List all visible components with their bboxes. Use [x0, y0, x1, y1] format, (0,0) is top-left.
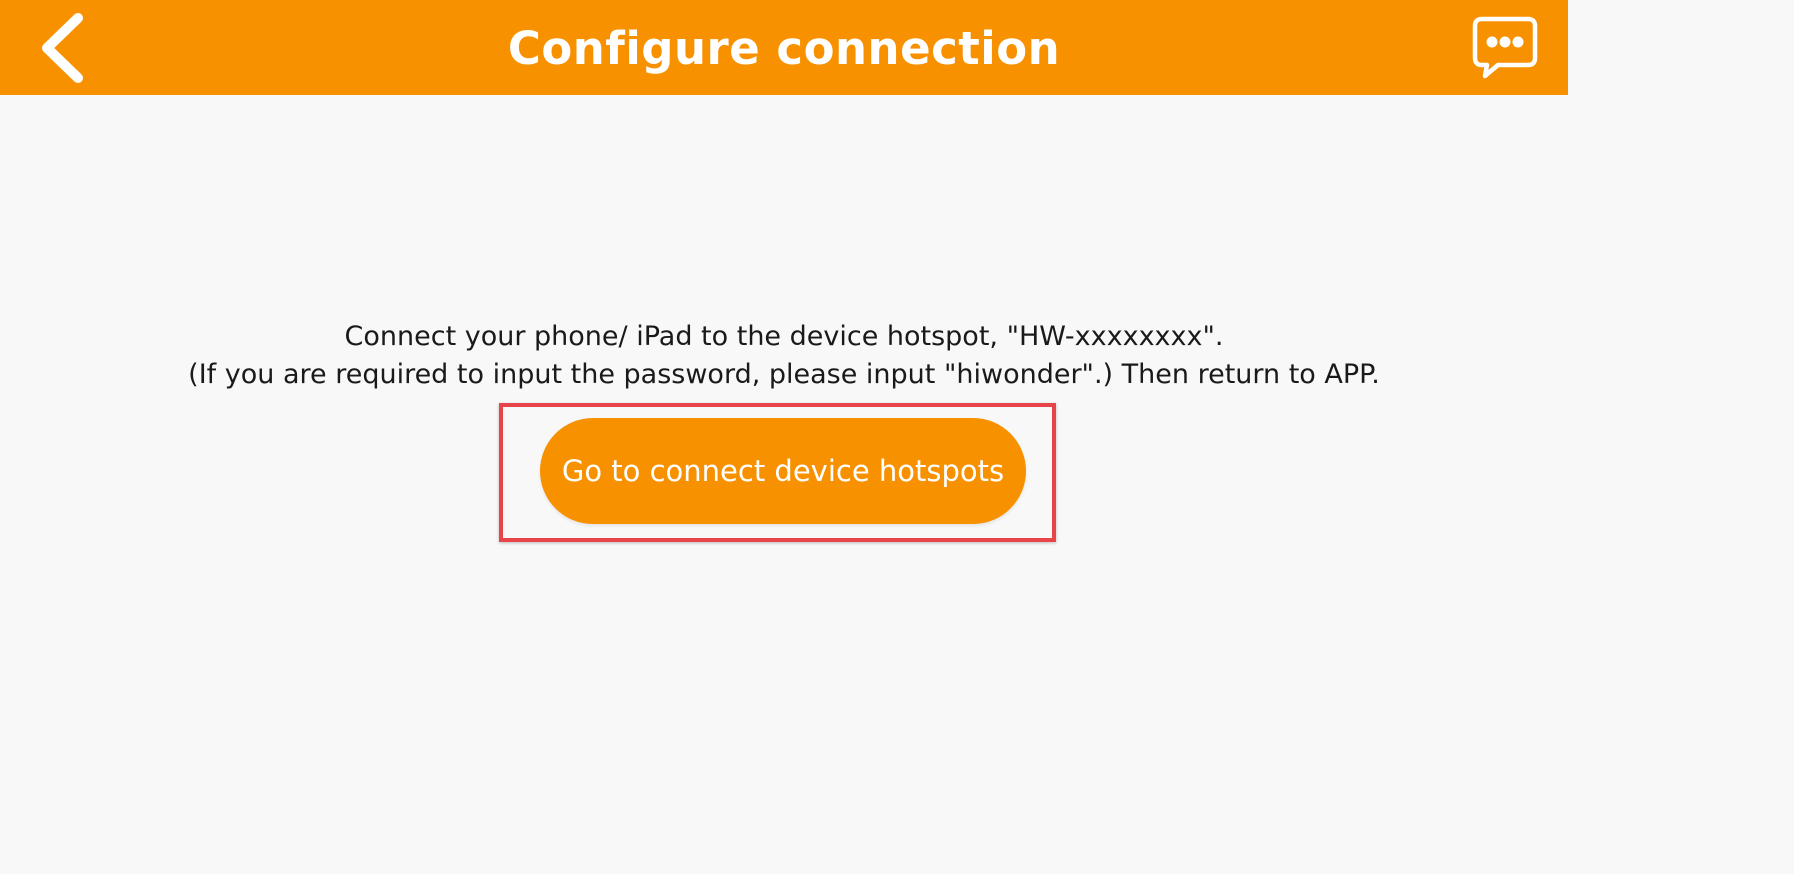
app-screen: Configure connection Connect your phone/… — [0, 0, 1568, 764]
header-bar: Configure connection — [0, 0, 1568, 95]
instruction-line-2: (If you are required to input the passwo… — [188, 359, 1380, 390]
instruction-line-1: Connect your phone/ iPad to the device h… — [344, 321, 1224, 352]
connect-hotspot-button[interactable]: Go to connect device hotspots — [540, 418, 1026, 524]
chat-bubble-icon — [1472, 16, 1538, 79]
instruction-text: Connect your phone/ iPad to the device h… — [0, 318, 1568, 394]
chat-button[interactable] — [1472, 14, 1538, 80]
page-title: Configure connection — [507, 22, 1061, 75]
